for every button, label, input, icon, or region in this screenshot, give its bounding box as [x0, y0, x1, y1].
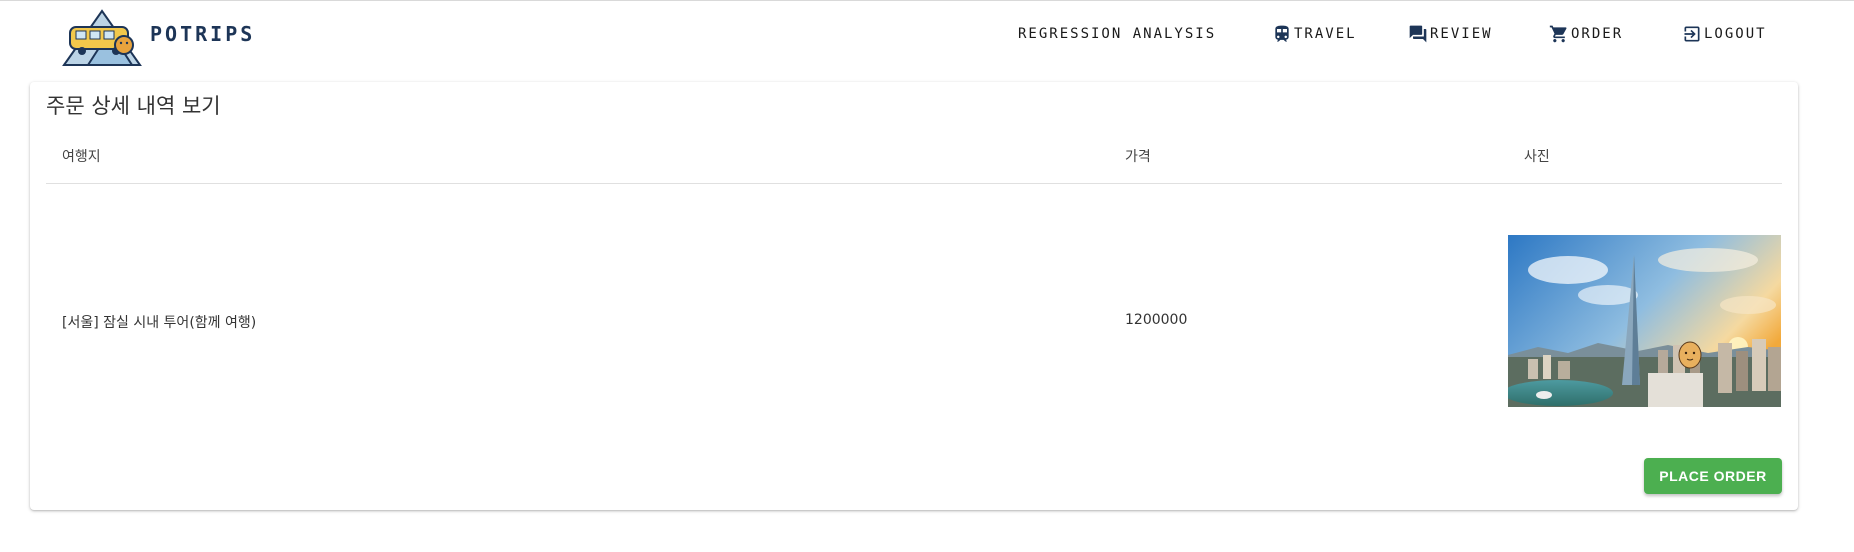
cart-icon: [1549, 25, 1567, 43]
price-cell: 1200000: [1125, 312, 1188, 328]
forum-icon: [1409, 25, 1427, 43]
place-order-button[interactable]: PLACE ORDER: [1644, 458, 1782, 494]
destination-photo: [1508, 235, 1781, 407]
brand-name[interactable]: POTRIPS: [150, 22, 255, 46]
column-header-photo: 사진: [1524, 149, 1550, 165]
destination-cell: [서울] 잠실 시내 투어(함께 여행): [62, 315, 257, 331]
nav-logout[interactable]: LOGOUT: [1682, 21, 1767, 47]
nav-regression-label: REGRESSION ANALYSIS: [1018, 26, 1217, 42]
nav-review[interactable]: REVIEW: [1408, 21, 1493, 47]
nav-review-label: REVIEW: [1430, 26, 1493, 42]
nav-logout-label: LOGOUT: [1704, 26, 1767, 42]
order-detail-card: 주문 상세 내역 보기 여행지 가격 사진 [서울] 잠실 시내 투어(함께 여…: [30, 82, 1798, 510]
column-header-destination: 여행지: [62, 149, 101, 165]
top-navbar: POTRIPS REGRESSION ANALYSIS TRAVEL REVIE…: [0, 0, 1854, 81]
logout-icon: [1684, 26, 1700, 42]
nav-order[interactable]: ORDER: [1549, 21, 1623, 47]
nav-regression-analysis[interactable]: REGRESSION ANALYSIS: [1018, 21, 1216, 47]
nav-travel[interactable]: TRAVEL: [1272, 21, 1357, 47]
page-title: 주문 상세 내역 보기: [46, 94, 221, 118]
column-header-price: 가격: [1125, 149, 1151, 165]
header-divider: [46, 183, 1782, 184]
nav-travel-label: TRAVEL: [1294, 26, 1357, 42]
logo[interactable]: [58, 5, 146, 67]
nav-order-label: ORDER: [1571, 26, 1624, 42]
train-icon: [1275, 25, 1289, 42]
